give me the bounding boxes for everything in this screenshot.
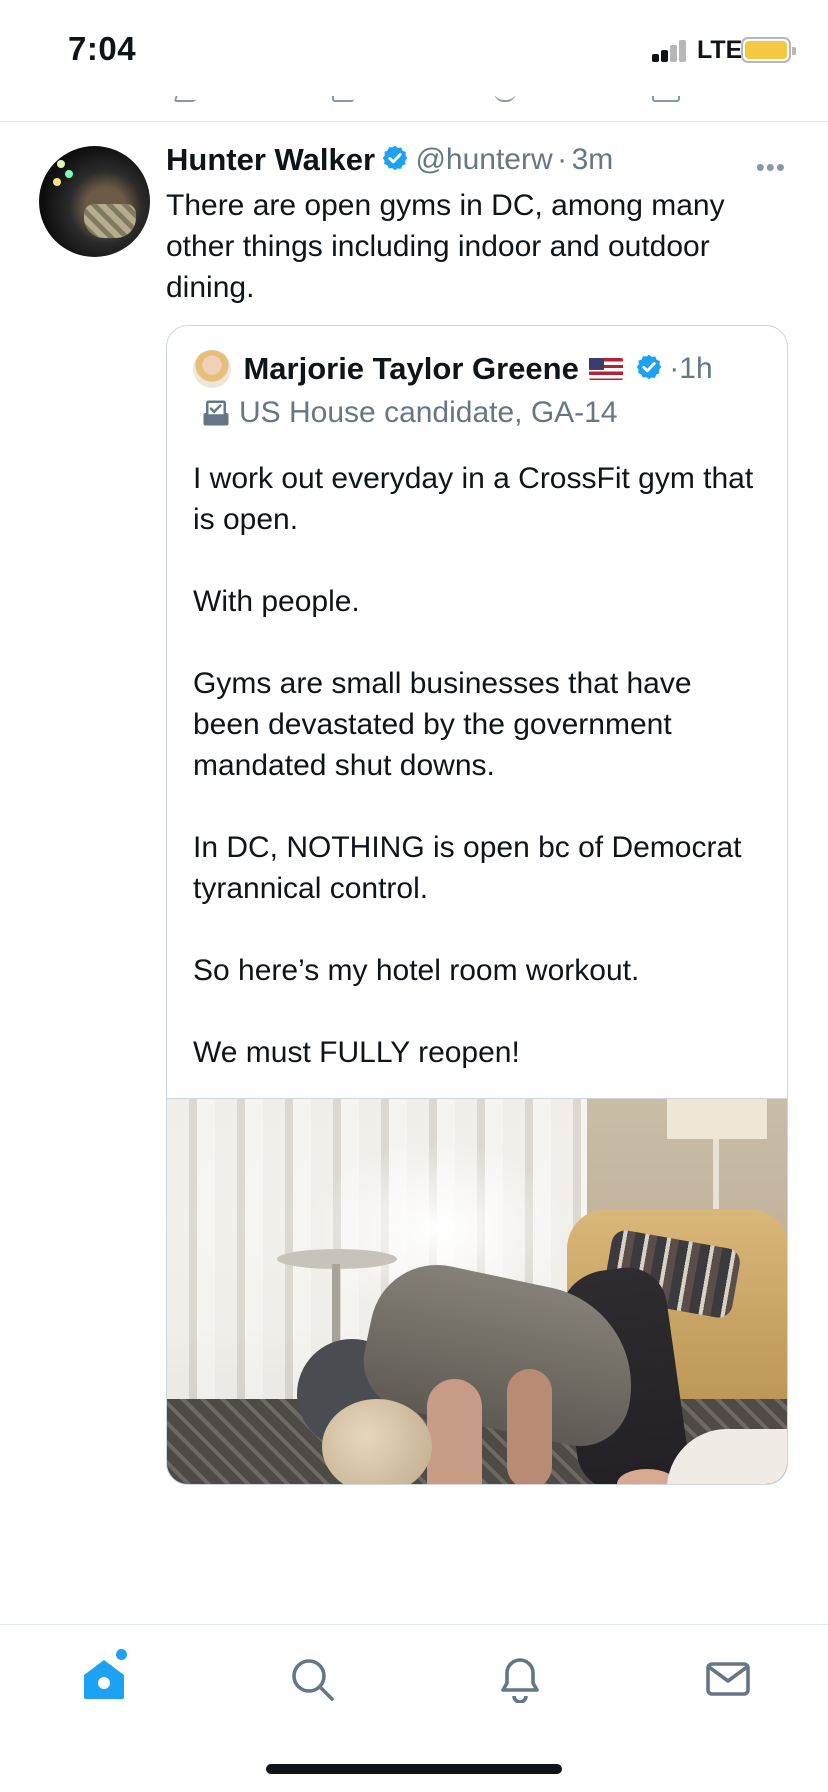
tweet-text: There are open gyms in DC, among many ot… <box>166 189 725 304</box>
quoted-author-label: US House candidate, GA-14 <box>239 396 618 429</box>
status-time: 7:04 <box>68 30 137 67</box>
quoted-paragraph: In DC, NOTHING is open bc of Democrat ty… <box>193 831 742 905</box>
tab-notifications[interactable] <box>496 1655 544 1704</box>
quoted-paragraph: We must FULLY reopen! <box>193 1036 520 1069</box>
quoted-tweet[interactable]: Marjorie Taylor Greene ·1h US House cand… <box>166 325 788 1485</box>
search-icon <box>292 1659 334 1701</box>
quoted-paragraph: So here’s my hotel room workout. <box>193 954 640 987</box>
cellular-signal-icon <box>652 38 690 62</box>
home-indicator[interactable] <box>266 1764 562 1774</box>
quoted-paragraph: I work out everyday in a CrossFit gym th… <box>193 462 754 536</box>
us-flag-icon <box>588 358 623 380</box>
verified-badge-icon <box>635 353 663 386</box>
separator-dot: · <box>669 352 680 385</box>
reply-icon[interactable] <box>173 96 201 102</box>
mail-icon <box>706 1662 750 1696</box>
status-bar: 7:04 LTE <box>0 0 828 96</box>
like-icon[interactable] <box>494 96 516 102</box>
avatar[interactable] <box>39 146 150 257</box>
author-handle[interactable]: @hunterw <box>415 143 552 176</box>
quoted-avatar <box>193 350 231 388</box>
tab-home[interactable] <box>80 1649 128 1703</box>
author-name[interactable]: Hunter Walker <box>166 142 375 177</box>
bell-icon <box>501 1658 539 1704</box>
tweet-header: Hunter Walker @hunterw · 3m ••• <box>166 142 796 182</box>
battery-icon <box>741 37 796 63</box>
tab-messages[interactable] <box>704 1655 752 1703</box>
tab-search[interactable] <box>288 1655 336 1703</box>
verified-badge-icon <box>381 144 409 177</box>
quoted-tweet-header: Marjorie Taylor Greene ·1h <box>193 350 773 390</box>
quoted-timestamp: 1h <box>679 352 713 385</box>
home-icon <box>84 1660 124 1699</box>
separator-dot: · <box>557 143 568 176</box>
quoted-tweet-text: I work out everyday in a CrossFit gym th… <box>193 458 763 1114</box>
share-icon[interactable] <box>652 96 680 102</box>
quoted-paragraph: With people. <box>193 585 360 618</box>
quoted-video-thumbnail[interactable] <box>167 1098 787 1484</box>
retweet-icon[interactable] <box>332 96 354 102</box>
ballot-box-icon <box>201 398 231 428</box>
quoted-author-label-row: US House candidate, GA-14 <box>201 396 618 436</box>
previous-tweet-actions <box>0 96 828 122</box>
quoted-author-name: Marjorie Taylor Greene <box>243 351 579 386</box>
new-content-badge <box>116 1649 127 1660</box>
quoted-paragraph: Gyms are small businesses that have been… <box>193 667 692 782</box>
network-type: LTE <box>697 36 743 64</box>
tweet-timestamp[interactable]: 3m <box>572 143 614 176</box>
more-options-icon[interactable]: ••• <box>756 152 786 183</box>
